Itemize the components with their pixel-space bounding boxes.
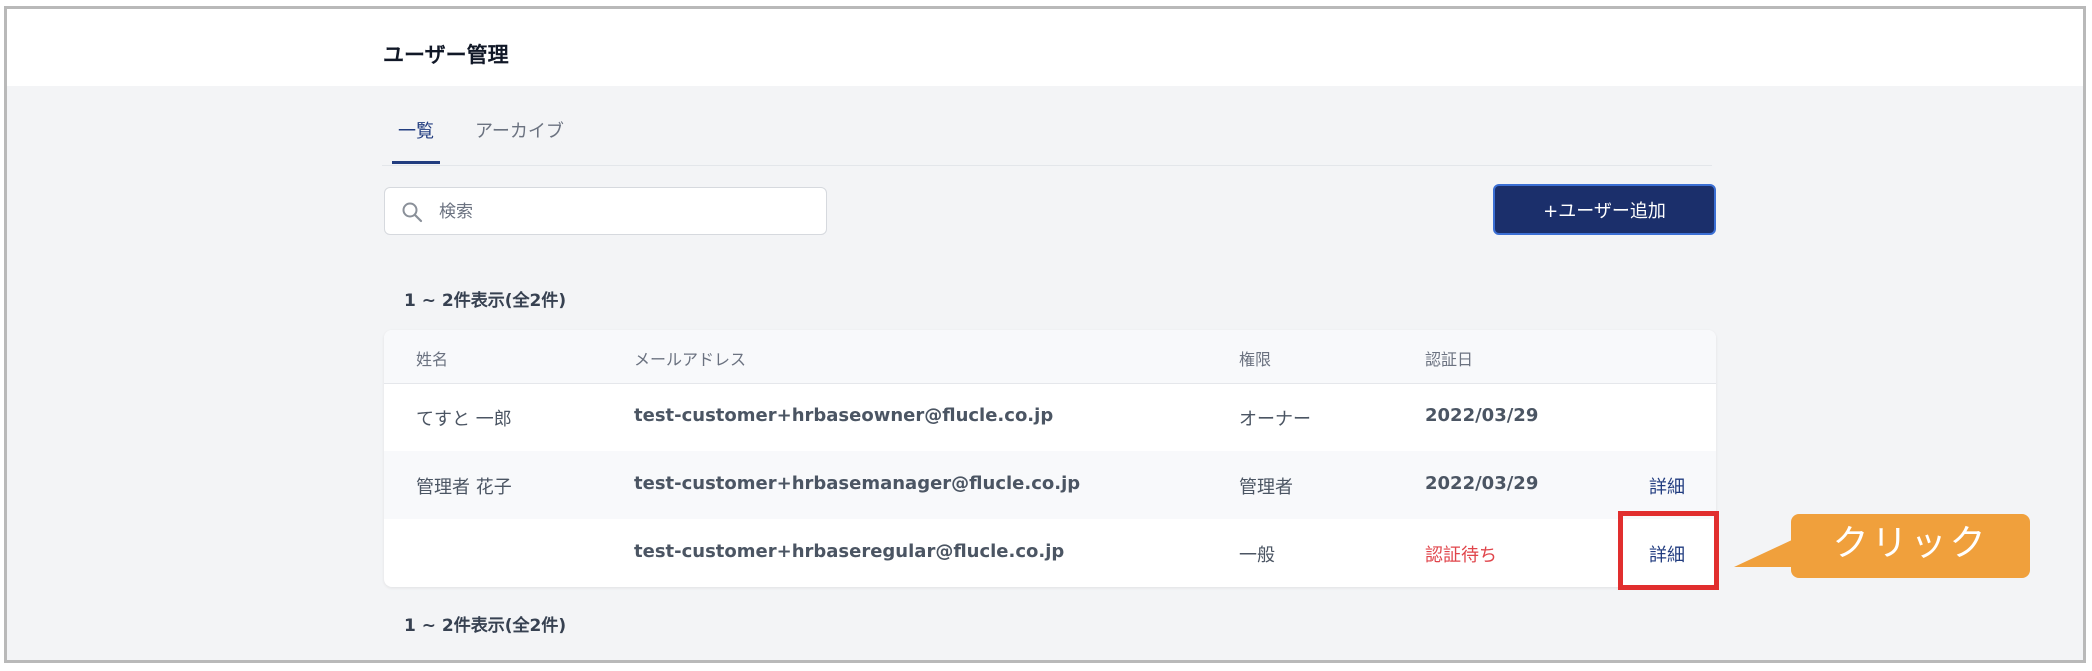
tab-archive[interactable]: アーカイブ — [475, 117, 564, 164]
tab-list[interactable]: 一覧 — [392, 117, 440, 164]
page-header: ユーザー管理 — [7, 9, 2083, 86]
column-header-email: メールアドレス — [634, 350, 747, 369]
user-name: てすと 一郎 — [416, 409, 512, 430]
app-window: ユーザー管理 一覧 アーカイブ +ユーザー追加 1 ~ 2件表示(全2件) 姓名… — [4, 6, 2086, 663]
table-row: test-customer+hrbaseregular@flucle.co.jp… — [384, 519, 1716, 587]
click-highlight-box — [1618, 511, 1719, 590]
search-icon — [401, 201, 423, 223]
user-name: 管理者 花子 — [416, 477, 512, 498]
user-table: 姓名 メールアドレス 権限 認証日 てすと 一郎 test-customer+h… — [384, 330, 1716, 587]
user-auth-date: 2022/03/29 — [1425, 473, 1539, 494]
table-row: 管理者 花子 test-customer+hrbasemanager@flucl… — [384, 451, 1716, 519]
user-role: 管理者 — [1239, 477, 1293, 498]
user-role: オーナー — [1239, 409, 1311, 430]
column-header-role: 権限 — [1239, 350, 1272, 369]
user-email: test-customer+hrbaseregular@flucle.co.jp — [634, 541, 1065, 562]
tab-bar: 一覧 アーカイブ — [382, 109, 1712, 166]
user-auth-status-pending: 認証待ち — [1425, 545, 1497, 566]
search-box[interactable] — [384, 187, 827, 235]
user-email: test-customer+hrbasemanager@flucle.co.jp — [634, 473, 1081, 494]
click-callout: クリック — [1791, 514, 2030, 578]
detail-link[interactable]: 詳細 — [1649, 473, 1685, 499]
page-title: ユーザー管理 — [383, 43, 509, 67]
add-user-button[interactable]: +ユーザー追加 — [1493, 184, 1716, 235]
callout-pointer — [1734, 539, 1794, 567]
user-role: 一般 — [1239, 545, 1275, 566]
table-header: 姓名 メールアドレス 権限 認証日 — [384, 330, 1716, 384]
user-email: test-customer+hrbaseowner@flucle.co.jp — [634, 405, 1054, 426]
result-count-top: 1 ~ 2件表示(全2件) — [404, 291, 567, 311]
table-row: てすと 一郎 test-customer+hrbaseowner@flucle.… — [384, 383, 1716, 451]
user-auth-date: 2022/03/29 — [1425, 405, 1539, 426]
search-input[interactable] — [437, 198, 811, 226]
column-header-auth-date: 認証日 — [1425, 350, 1474, 369]
column-header-name: 姓名 — [416, 350, 449, 369]
result-count-bottom: 1 ~ 2件表示(全2件) — [404, 616, 567, 636]
